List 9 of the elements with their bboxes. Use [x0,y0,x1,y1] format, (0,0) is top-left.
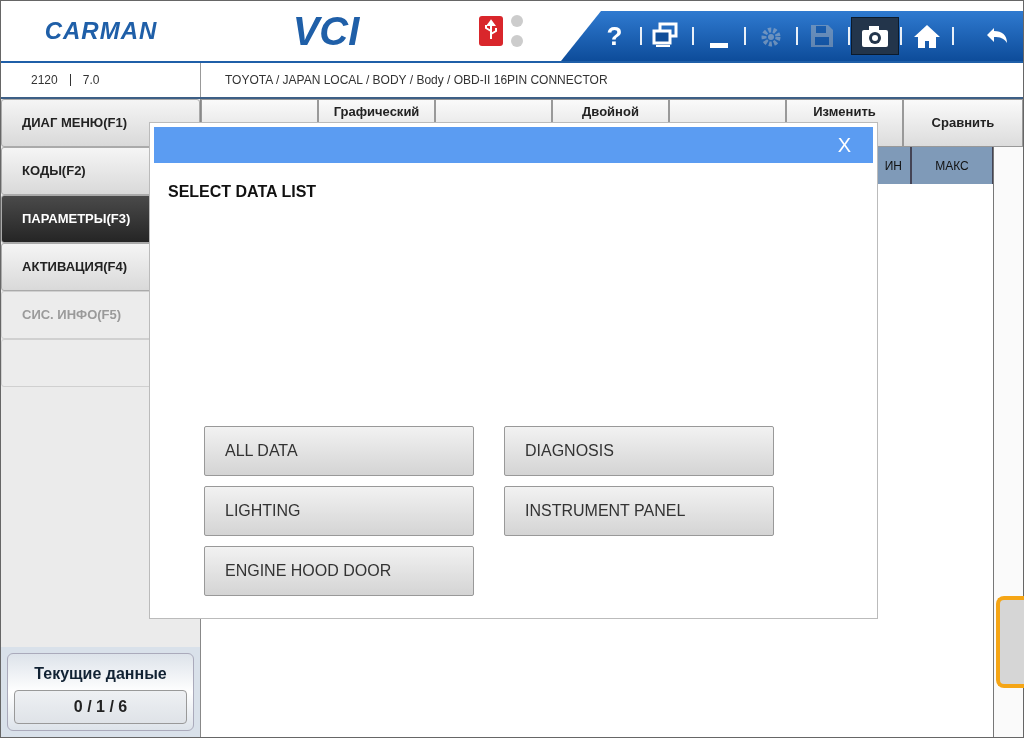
column-header: МАКС [911,147,993,184]
breadcrumb-path: TOYOTA / JAPAN LOCAL / BODY / Body / OBD-II 16PIN CONNECTOR [225,72,608,89]
column-header: ИН [877,147,911,184]
logo-text: CARMAN [43,16,159,46]
counter-value: 0 / 1 / 6 [14,690,187,724]
counter-title: Текущие данные [33,664,168,684]
product-title: VCI [291,8,361,55]
device-code: 2120 [31,72,58,89]
version-text: 7.0 [82,72,100,89]
